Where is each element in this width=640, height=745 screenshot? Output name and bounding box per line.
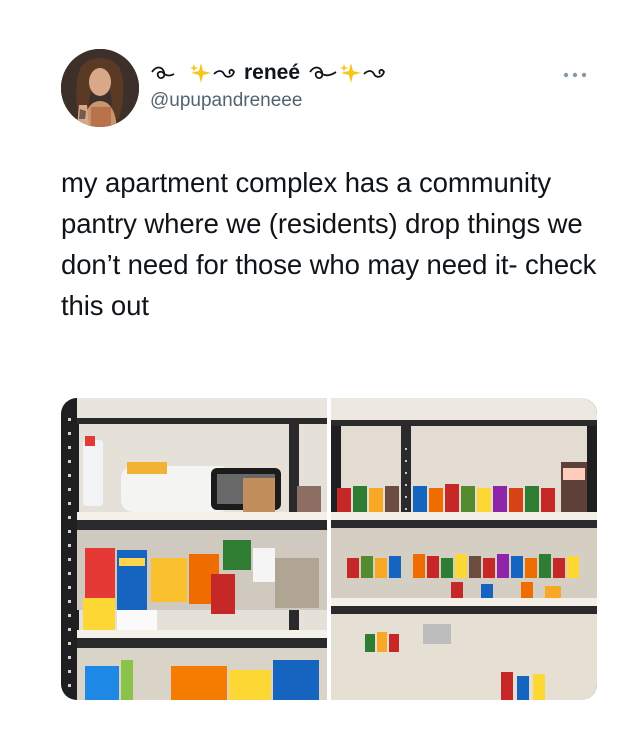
swirl-ornament-icon (150, 62, 190, 84)
swirl-ornament-icon (212, 62, 236, 84)
user-handle[interactable]: @upupandreneee (150, 90, 388, 112)
tweet-text: my apartment complex has a community pan… (61, 167, 597, 321)
more-options-icon[interactable] (560, 68, 590, 82)
avatar[interactable] (61, 49, 139, 127)
sparkles-icon (190, 62, 212, 84)
display-name[interactable]: reneé (244, 61, 300, 85)
swirl-ornament-icon (308, 62, 340, 84)
author-names: reneé @upupandreneee (150, 60, 388, 112)
avatar-image (61, 49, 139, 127)
tweet-media[interactable] (61, 398, 597, 700)
pantry-photo-right[interactable] (331, 398, 597, 700)
swirl-ornament-icon (362, 62, 388, 84)
sparkles-icon (340, 62, 362, 84)
tweet: reneé @upupandreneee my apartment comple… (0, 0, 640, 745)
pantry-photo-left[interactable] (61, 398, 327, 700)
display-name-row[interactable]: reneé (150, 60, 388, 86)
